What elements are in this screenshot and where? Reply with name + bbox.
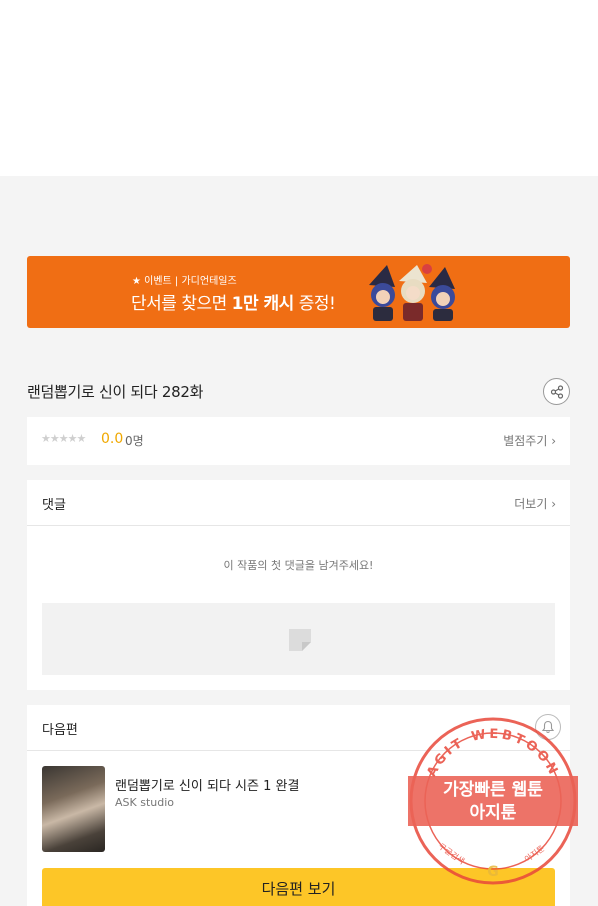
top-blank-area bbox=[0, 0, 598, 176]
banner-subtitle: ★ 이벤트 | 가디언테일즈 bbox=[132, 276, 237, 287]
comment-placeholder-icon bbox=[289, 629, 311, 651]
banner-headline: 단서를 찾으면 1만 캐시 증정! bbox=[131, 294, 336, 314]
rating-card: ★★★★★ 0.0 0명 별점주기 › bbox=[27, 417, 570, 465]
rating-stars: ★★★★★ bbox=[41, 432, 86, 445]
next-episode-title[interactable]: 랜덤뽑기로 신이 되다 시즌 1 완결 bbox=[115, 775, 299, 794]
watermark-bottom-left: 구글검색 bbox=[437, 841, 467, 866]
next-episode-author: ASK studio bbox=[115, 796, 175, 809]
episode-title: 랜덤뽑기로 신이 되다 282화 bbox=[27, 383, 204, 401]
rating-score: 0.0 bbox=[101, 431, 124, 447]
next-episode-thumbnail[interactable] bbox=[42, 766, 105, 852]
banner-characters-illustration bbox=[369, 264, 455, 321]
next-header-title: 다음편 bbox=[42, 723, 78, 738]
watermark-line2: 아지툰 bbox=[470, 803, 517, 823]
comments-title: 댓글 bbox=[42, 498, 66, 513]
comments-more-link[interactable]: 더보기 › bbox=[514, 495, 556, 512]
comment-input-box[interactable] bbox=[42, 603, 555, 675]
comments-header: 댓글 더보기 › bbox=[27, 480, 570, 526]
rating-count: 0명 bbox=[125, 434, 144, 448]
comments-empty-message: 이 작품의 첫 댓글을 남겨주세요! bbox=[223, 559, 374, 572]
agit-webtoon-watermark: AGIT WEBTOON 가장빠른 웹툰 아지툰 구글검색 아지툰 G bbox=[408, 717, 578, 885]
watermark-g-icon: G bbox=[487, 864, 499, 880]
rate-button[interactable]: 별점주기 › bbox=[503, 432, 556, 449]
watermark-line1: 가장빠른 웹툰 bbox=[443, 780, 543, 800]
comments-card: 댓글 더보기 › 이 작품의 첫 댓글을 남겨주세요! bbox=[27, 480, 570, 690]
event-banner[interactable]: ★ 이벤트 | 가디언테일즈 단서를 찾으면 1만 캐시 증정! bbox=[27, 256, 570, 328]
watermark-bottom-right: 아지툰 bbox=[522, 843, 546, 864]
share-button[interactable] bbox=[543, 378, 570, 405]
share-icon bbox=[550, 384, 563, 399]
